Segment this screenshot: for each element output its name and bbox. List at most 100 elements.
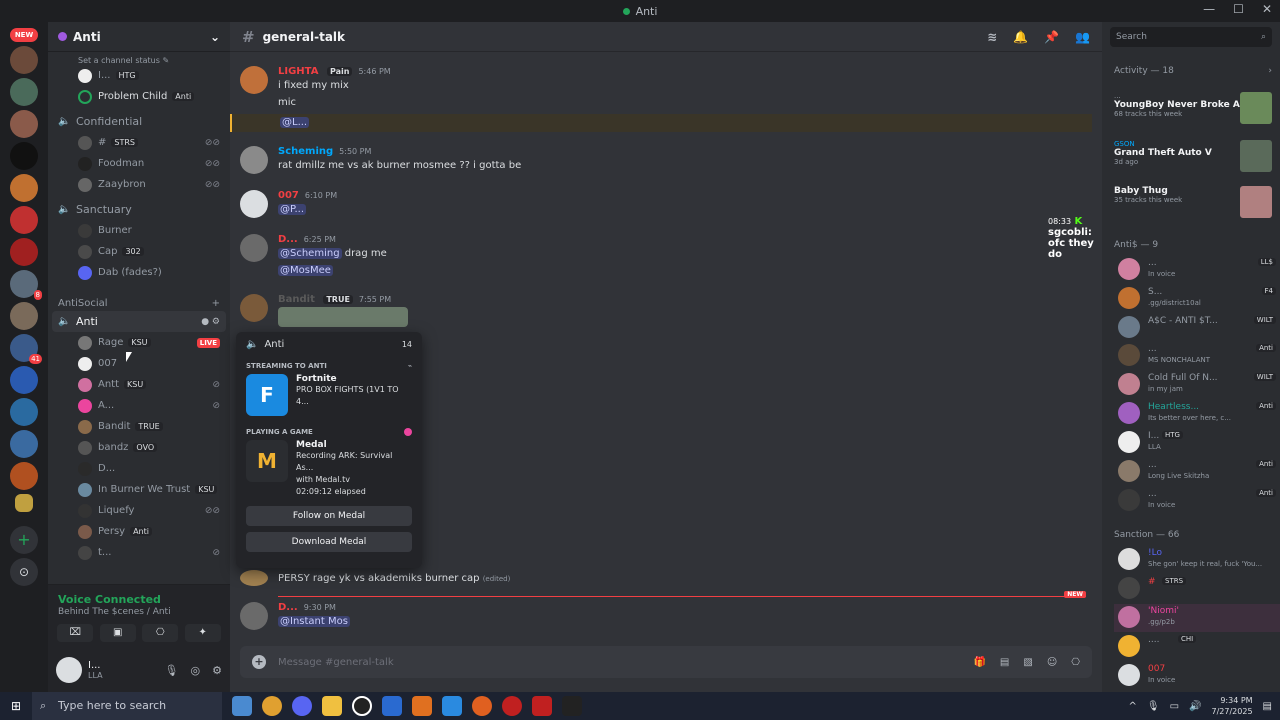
voice-member[interactable]: Cap 302: [48, 241, 230, 262]
server-icon[interactable]: [10, 142, 38, 170]
server-icon[interactable]: [10, 78, 38, 106]
voice-connected-label[interactable]: Voice Connected: [48, 585, 230, 606]
emoji-icon[interactable]: ☺: [1047, 657, 1057, 668]
message[interactable]: Bandit TRUE 7:55 PM: [240, 294, 1090, 327]
microphone-icon[interactable]: 🎙: [165, 664, 179, 677]
activity-icon[interactable]: ⎔: [142, 624, 179, 642]
voice-member[interactable]: Problem Child Anti: [48, 86, 230, 107]
server-icon[interactable]: [10, 398, 38, 426]
author-name[interactable]: D...: [278, 602, 298, 613]
activity-card[interactable]: GSON Grand Theft Auto V 3d ago: [1114, 140, 1272, 180]
voice-channel-anti[interactable]: 🔈 Anti ● ⚙: [52, 311, 226, 332]
mention[interactable]: @L...: [280, 117, 310, 128]
message[interactable]: 007 6:10 PM @P...: [240, 190, 1090, 218]
voice-member[interactable]: I... HTG: [48, 65, 230, 86]
mention[interactable]: @MosMee: [278, 265, 333, 276]
windows-start-icon[interactable]: ⊞: [0, 699, 32, 713]
gear-icon[interactable]: ⚙: [212, 664, 222, 677]
app-icon[interactable]: [502, 696, 522, 716]
member-item[interactable]: ... Anti In voice: [1118, 487, 1276, 515]
activity-card[interactable]: ... YoungBoy Never Broke Again 68 tracks…: [1114, 92, 1272, 132]
close-button[interactable]: ✕: [1262, 2, 1272, 16]
download-medal-button[interactable]: Download Medal: [246, 532, 412, 552]
server-icon[interactable]: [10, 206, 38, 234]
message[interactable]: D... 9:30 PM @Instant Mos: [240, 602, 1090, 630]
avatar[interactable]: [240, 234, 268, 262]
app-icon[interactable]: [442, 696, 462, 716]
app-icon[interactable]: [412, 696, 432, 716]
chrome-icon[interactable]: [262, 696, 282, 716]
soundboard-icon[interactable]: ✦: [184, 624, 221, 642]
member-item[interactable]: # STRS: [1118, 575, 1276, 603]
follow-on-medal-button[interactable]: Follow on Medal: [246, 506, 412, 526]
server-icon[interactable]: 8: [10, 270, 42, 300]
author-name[interactable]: D...: [278, 234, 298, 245]
member-item[interactable]: S... F4 .gg/district10al: [1118, 285, 1276, 313]
volume-icon[interactable]: 🔊: [1189, 701, 1201, 712]
app-icon[interactable]: [352, 696, 372, 716]
voice-member[interactable]: Burner: [48, 220, 230, 241]
server-icon[interactable]: [10, 462, 38, 490]
mention[interactable]: @Scheming: [278, 248, 342, 259]
image-attachment[interactable]: [278, 307, 408, 327]
activity-card[interactable]: Baby Thug 35 tracks this week: [1114, 186, 1272, 226]
server-icon[interactable]: [10, 110, 38, 138]
activity-header[interactable]: Activity — 18 ›: [1114, 66, 1272, 76]
avatar[interactable]: [240, 190, 268, 218]
voice-member[interactable]: Foodman ⊘⊘: [48, 153, 230, 174]
guild-header[interactable]: Anti ⌄: [48, 22, 230, 52]
bell-icon[interactable]: 🔔: [1013, 30, 1028, 44]
store-icon[interactable]: [382, 696, 402, 716]
avatar[interactable]: [240, 146, 268, 174]
member-item[interactable]: 007 In voice: [1118, 662, 1276, 690]
folder-icon[interactable]: [322, 696, 342, 716]
discover-icon[interactable]: ⊙: [10, 558, 38, 586]
server-icon[interactable]: [15, 494, 33, 512]
taskbar-search[interactable]: ⌕ Type here to search: [32, 692, 222, 720]
voice-member[interactable]: Rage KSU LIVE: [48, 332, 230, 353]
message-input[interactable]: Message #general-talk: [278, 657, 394, 668]
message[interactable]: Scheming 5:50 PM rat dmillz me vs ak burn…: [240, 146, 1090, 174]
voice-member[interactable]: bandz OVO: [48, 437, 230, 458]
author-name[interactable]: Bandit: [278, 294, 315, 305]
message[interactable]: D... 6:25 PM @Scheming drag me @MosMee: [240, 234, 1090, 279]
apps-icon[interactable]: ⎔: [1071, 657, 1080, 668]
member-item[interactable]: 'Niomi' .gg/p2b: [1114, 604, 1280, 632]
voice-member[interactable]: Persy Anti: [48, 521, 230, 542]
members-icon[interactable]: 👥: [1075, 30, 1090, 44]
message-line[interactable]: @L...: [230, 114, 1092, 132]
voice-member[interactable]: Liquefy ⊘⊘: [48, 500, 230, 521]
voice-location[interactable]: Behind The $cenes / Anti: [48, 606, 230, 618]
minimize-button[interactable]: —: [1203, 2, 1215, 16]
microphone-icon[interactable]: 🎙: [1147, 701, 1160, 712]
search-input[interactable]: Search ⌕: [1110, 27, 1272, 47]
member-item[interactable]: !Lo She gon' keep it real, fuck 'You...: [1118, 546, 1276, 574]
camera-off-icon[interactable]: ⌧: [57, 624, 94, 642]
voice-member[interactable]: A... ⊘: [48, 395, 230, 416]
author-name[interactable]: Scheming: [278, 146, 333, 157]
avatar[interactable]: [240, 602, 268, 630]
clock[interactable]: 9:34 PM 7/27/2025: [1212, 695, 1253, 717]
network-icon[interactable]: ▭: [1170, 701, 1179, 712]
pin-icon[interactable]: 📌: [1044, 30, 1059, 44]
voice-channel-sanctuary[interactable]: 🔈 Sanctuary: [48, 199, 230, 220]
voice-member[interactable]: Bandit TRUE: [48, 416, 230, 437]
server-icon[interactable]: [10, 174, 38, 202]
app-icon[interactable]: [472, 696, 492, 716]
voice-member[interactable]: 007: [48, 353, 230, 374]
member-item[interactable]: Heartless... Anti Its better over here, c.…: [1118, 400, 1276, 428]
voice-member[interactable]: D...: [48, 458, 230, 479]
add-channel-icon[interactable]: +: [212, 298, 220, 309]
gif-icon[interactable]: ▤: [1000, 657, 1009, 668]
message[interactable]: PERSY rage yk vs akademiks burner cap (e…: [240, 570, 1090, 588]
category-antisocial[interactable]: AntiSocial +: [48, 295, 230, 311]
settings-icon[interactable]: ● ⚙: [201, 317, 220, 327]
voice-member[interactable]: Antt KSU ⊘: [48, 374, 230, 395]
channel-status-hint[interactable]: Set a channel status ✎: [48, 52, 230, 65]
voice-member[interactable]: In Burner We Trust KSU: [48, 479, 230, 500]
server-icon[interactable]: [10, 46, 38, 74]
notifications-icon[interactable]: ▤: [1263, 701, 1272, 712]
server-icon[interactable]: [10, 430, 38, 458]
headphones-icon[interactable]: ◎: [191, 664, 201, 677]
screen-share-icon[interactable]: ▣: [99, 624, 136, 642]
